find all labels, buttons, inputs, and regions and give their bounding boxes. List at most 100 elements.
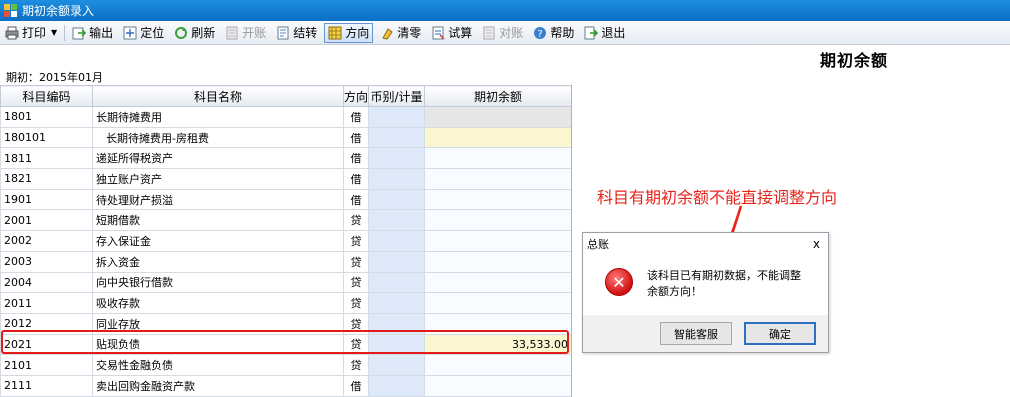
table-row[interactable]: 2101 交易性金融负债贷 <box>0 354 571 376</box>
cell-direction[interactable]: 贷 <box>343 209 369 232</box>
cell-account-name[interactable]: 存入保证金 <box>92 230 344 252</box>
cell-currency[interactable] <box>368 168 425 190</box>
cell-currency[interactable] <box>368 312 425 335</box>
cell-account-code[interactable]: 2101 <box>0 354 93 376</box>
table-row[interactable]: 1821 独立账户资产借 <box>0 168 571 190</box>
chevron-down-icon[interactable]: ▼ <box>51 28 57 37</box>
column-header-balance[interactable]: 期初余额 <box>424 85 571 107</box>
cell-currency[interactable] <box>368 106 425 128</box>
cell-account-code[interactable]: 2011 <box>0 292 93 314</box>
table-row[interactable]: 2002 存入保证金贷 <box>0 230 571 252</box>
cell-account-name[interactable]: 待处理财产损溢 <box>92 188 344 211</box>
cell-direction[interactable]: 借 <box>343 168 369 190</box>
cell-currency[interactable] <box>368 230 425 252</box>
cell-opening-balance[interactable] <box>424 147 571 170</box>
table-row[interactable]: 1811 递延所得税资产借 <box>0 147 571 170</box>
cell-direction[interactable]: 借 <box>343 106 369 128</box>
cell-account-code[interactable]: 1901 <box>0 188 93 211</box>
close-icon[interactable]: x <box>813 237 820 251</box>
cell-currency[interactable] <box>368 250 425 273</box>
cell-direction[interactable]: 贷 <box>343 292 369 314</box>
cell-opening-balance[interactable] <box>424 250 571 273</box>
cell-account-name[interactable]: 卖出回购金融资产款 <box>92 374 344 397</box>
smart-service-button[interactable]: 智能客服 <box>660 322 732 345</box>
cell-account-code[interactable]: 1821 <box>0 168 93 190</box>
cell-direction[interactable]: 借 <box>343 374 369 397</box>
exit-button[interactable]: 退出 <box>581 23 628 43</box>
cell-account-code[interactable]: 180101 <box>0 126 93 149</box>
cell-currency[interactable] <box>368 188 425 211</box>
direction-button[interactable]: 方向 <box>324 22 374 43</box>
cell-currency[interactable] <box>368 333 425 356</box>
cell-opening-balance[interactable]: 33,533.00 <box>424 333 571 356</box>
locate-button[interactable]: 定位 <box>120 23 167 43</box>
cell-account-name[interactable]: 贴现负债 <box>92 333 344 356</box>
cell-currency[interactable] <box>368 292 425 314</box>
cell-opening-balance[interactable] <box>424 126 571 149</box>
cell-currency[interactable] <box>368 126 425 149</box>
table-row[interactable]: 2111 卖出回购金融资产款借 <box>0 374 571 397</box>
cell-opening-balance[interactable] <box>424 312 571 335</box>
cell-account-name[interactable]: 吸收存款 <box>92 292 344 314</box>
cell-opening-balance[interactable] <box>424 354 571 376</box>
clear-button[interactable]: 清零 <box>377 23 424 43</box>
column-header-name[interactable]: 科目名称 <box>92 85 344 107</box>
cell-direction[interactable]: 贷 <box>343 250 369 273</box>
ok-button[interactable]: 确定 <box>744 322 816 345</box>
cell-direction[interactable]: 借 <box>343 126 369 149</box>
cell-account-name[interactable]: 递延所得税资产 <box>92 147 344 170</box>
column-header-code[interactable]: 科目编码 <box>0 85 93 107</box>
table-row[interactable]: 2011 吸收存款贷 <box>0 292 571 314</box>
cell-account-name[interactable]: 短期借款 <box>92 209 344 232</box>
cell-account-code[interactable]: 2003 <box>0 250 93 273</box>
table-row[interactable]: 180101 长期待摊费用-房租费借 <box>0 126 571 149</box>
table-row[interactable]: 2012 同业存放贷 <box>0 312 571 335</box>
carry-forward-button[interactable]: 结转 <box>273 23 320 43</box>
trial-balance-button[interactable]: 试算 <box>428 23 475 43</box>
column-header-direction[interactable]: 方向 <box>343 85 369 107</box>
cell-opening-balance[interactable] <box>424 188 571 211</box>
cell-direction[interactable]: 贷 <box>343 312 369 335</box>
cell-direction[interactable]: 贷 <box>343 230 369 252</box>
cell-opening-balance[interactable] <box>424 374 571 397</box>
cell-account-name[interactable]: 独立账户资产 <box>92 168 344 190</box>
cell-account-name[interactable]: 长期待摊费用 <box>92 106 344 128</box>
reconcile-button[interactable]: 对账 <box>479 23 526 43</box>
table-row[interactable]: 1901 待处理财产损溢借 <box>0 188 571 211</box>
cell-account-code[interactable]: 2004 <box>0 271 93 294</box>
cell-opening-balance[interactable] <box>424 230 571 252</box>
cell-account-code[interactable]: 2012 <box>0 312 93 335</box>
table-row[interactable]: 2004 向中央银行借款贷 <box>0 271 571 294</box>
cell-opening-balance[interactable] <box>424 271 571 294</box>
cell-account-code[interactable]: 2021 <box>0 333 93 356</box>
cell-currency[interactable] <box>368 209 425 232</box>
export-button[interactable]: 输出 <box>69 23 116 43</box>
cell-account-name[interactable]: 同业存放 <box>92 312 344 335</box>
column-header-currency[interactable]: 币别/计量 <box>368 85 425 107</box>
cell-currency[interactable] <box>368 374 425 397</box>
table-row[interactable]: 2003 拆入资金贷 <box>0 250 571 273</box>
open-ledger-button[interactable]: 开账 <box>222 23 269 43</box>
cell-account-name[interactable]: 向中央银行借款 <box>92 271 344 294</box>
cell-currency[interactable] <box>368 147 425 170</box>
cell-currency[interactable] <box>368 271 425 294</box>
cell-account-code[interactable]: 1801 <box>0 106 93 128</box>
print-button[interactable]: 打印 ▼ <box>2 23 60 43</box>
table-row[interactable]: 2001 短期借款贷 <box>0 209 571 232</box>
table-row[interactable]: 2021 贴现负债贷 33,533.00 <box>0 333 571 356</box>
cell-direction[interactable]: 借 <box>343 188 369 211</box>
table-row[interactable]: 1801 长期待摊费用借 <box>0 106 571 128</box>
cell-account-name[interactable]: 长期待摊费用-房租费 <box>92 126 344 149</box>
cell-opening-balance[interactable] <box>424 106 571 128</box>
cell-opening-balance[interactable] <box>424 168 571 190</box>
cell-opening-balance[interactable] <box>424 292 571 314</box>
cell-account-name[interactable]: 交易性金融负债 <box>92 354 344 376</box>
help-button[interactable]: ? 帮助 <box>530 23 577 43</box>
cell-direction[interactable]: 借 <box>343 147 369 170</box>
refresh-button[interactable]: 刷新 <box>171 23 218 43</box>
cell-direction[interactable]: 贷 <box>343 354 369 376</box>
cell-account-code[interactable]: 2001 <box>0 209 93 232</box>
cell-account-code[interactable]: 2111 <box>0 374 93 397</box>
cell-opening-balance[interactable] <box>424 209 571 232</box>
cell-account-name[interactable]: 拆入资金 <box>92 250 344 273</box>
